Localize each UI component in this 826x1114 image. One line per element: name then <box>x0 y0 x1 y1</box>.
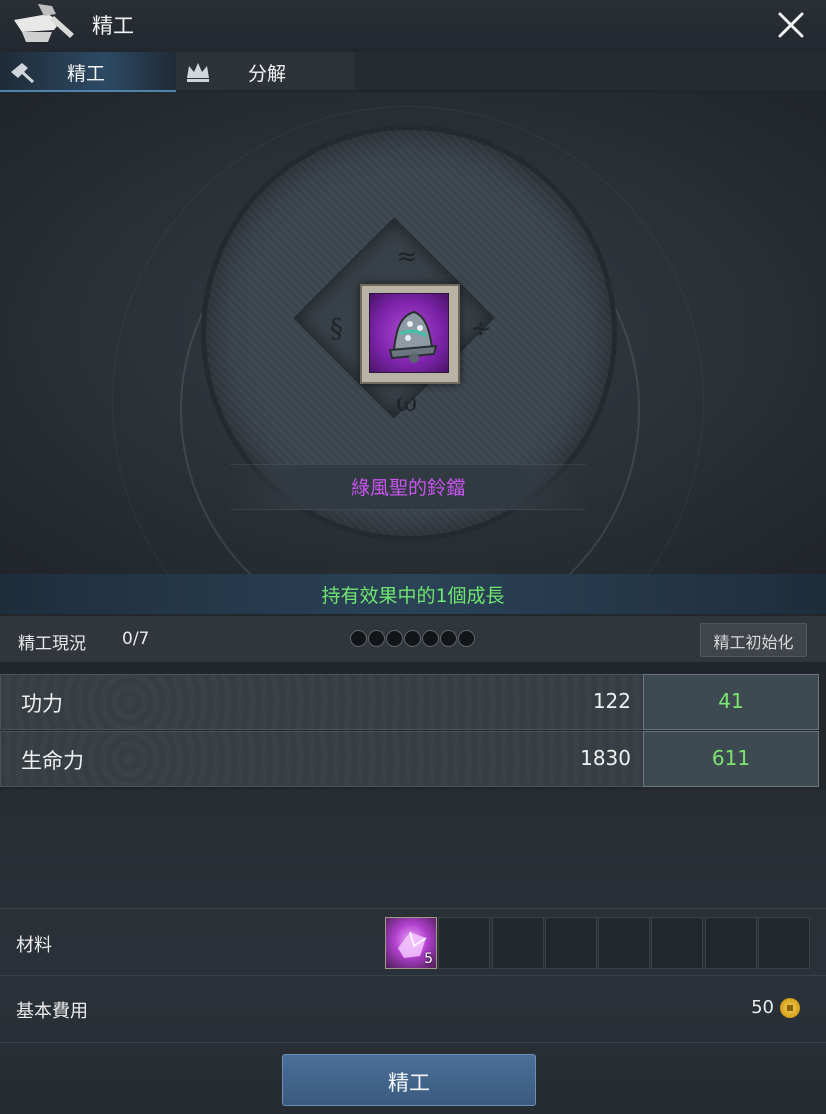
stat-row-health: 生命力 1830 611 <box>0 731 819 787</box>
hammer-icon <box>11 63 35 84</box>
progress-dot <box>350 630 367 647</box>
tab-disassemble[interactable]: 分解 <box>176 52 354 90</box>
refine-status-value: 0/7 <box>122 629 150 649</box>
tab-refine-label: 精工 <box>67 63 106 85</box>
bell-icon <box>388 310 438 363</box>
title-bar: 精工 <box>0 0 826 50</box>
stat-bonus: 41 <box>718 689 744 713</box>
anvil-hammer-icon <box>14 4 74 42</box>
rune-right-icon: ∻ <box>470 314 492 344</box>
progress-dot <box>440 630 457 647</box>
item-name-bar: 綠風聖的鈴鐺 <box>230 464 586 510</box>
material-slot-empty[interactable] <box>598 917 650 969</box>
tab-bar: 精工 分解 <box>0 52 826 92</box>
crown-icon <box>187 63 209 82</box>
rune-bottom-icon: ω <box>396 388 418 418</box>
materials-label: 材料 <box>16 935 52 956</box>
refine-reset-label: 精工初始化 <box>713 633 794 652</box>
progress-dot <box>458 630 475 647</box>
material-count: 5 <box>424 951 433 967</box>
stat-bonus-cell: 41 <box>643 674 819 730</box>
stat-label: 生命力 <box>21 749 84 773</box>
coin-icon <box>780 998 800 1018</box>
rune-top-icon: ≈ <box>396 242 418 272</box>
refine-status-row: 精工現況 0/7 精工初始化 <box>0 616 826 662</box>
stat-row-power: 功力 122 41 <box>0 674 819 730</box>
rune-left-icon: § <box>330 314 343 344</box>
item-slot[interactable] <box>360 284 460 384</box>
cost-label: 基本費用 <box>16 1001 88 1022</box>
stat-value: 1830 <box>580 746 631 770</box>
refine-status-label: 精工現況 <box>18 634 86 654</box>
stat-main: 生命力 1830 <box>0 731 644 787</box>
growth-banner: 持有效果中的1個成長 <box>0 574 826 614</box>
tab-refine[interactable]: 精工 <box>0 52 176 92</box>
stat-label: 功力 <box>21 692 63 716</box>
material-slot-empty[interactable] <box>705 917 757 969</box>
stat-bonus-cell: 611 <box>643 731 819 787</box>
material-slot-1[interactable]: 5 <box>385 917 437 969</box>
refine-reset-button[interactable]: 精工初始化 <box>700 623 807 657</box>
stat-main: 功力 122 <box>0 674 644 730</box>
progress-dot <box>368 630 385 647</box>
item-image <box>369 293 449 373</box>
window-title: 精工 <box>92 14 134 38</box>
material-slot-empty[interactable] <box>545 917 597 969</box>
close-icon[interactable] <box>776 10 806 40</box>
refine-button[interactable]: 精工 <box>282 1054 536 1106</box>
stat-bonus: 611 <box>711 746 751 770</box>
growth-text: 持有效果中的1個成長 <box>321 585 505 607</box>
cost-value: 50 <box>751 997 774 1018</box>
item-stage: ≈ § ∻ ω 綠風聖的鈴鐺 <box>0 92 826 574</box>
materials-row: 材料 5 <box>0 908 826 976</box>
material-slot-empty[interactable] <box>651 917 703 969</box>
tab-disassemble-label: 分解 <box>248 63 287 85</box>
progress-dot <box>422 630 439 647</box>
material-slot-empty[interactable] <box>758 917 810 969</box>
progress-dot <box>386 630 403 647</box>
stat-value: 122 <box>592 689 631 713</box>
progress-dot <box>404 630 421 647</box>
cost-row: 基本費用 50 <box>0 976 826 1043</box>
material-slot-empty[interactable] <box>438 917 490 969</box>
refine-progress-dots <box>350 630 476 648</box>
item-name: 綠風聖的鈴鐺 <box>350 477 465 499</box>
refine-button-label: 精工 <box>388 1071 430 1095</box>
material-slot-empty[interactable] <box>492 917 544 969</box>
